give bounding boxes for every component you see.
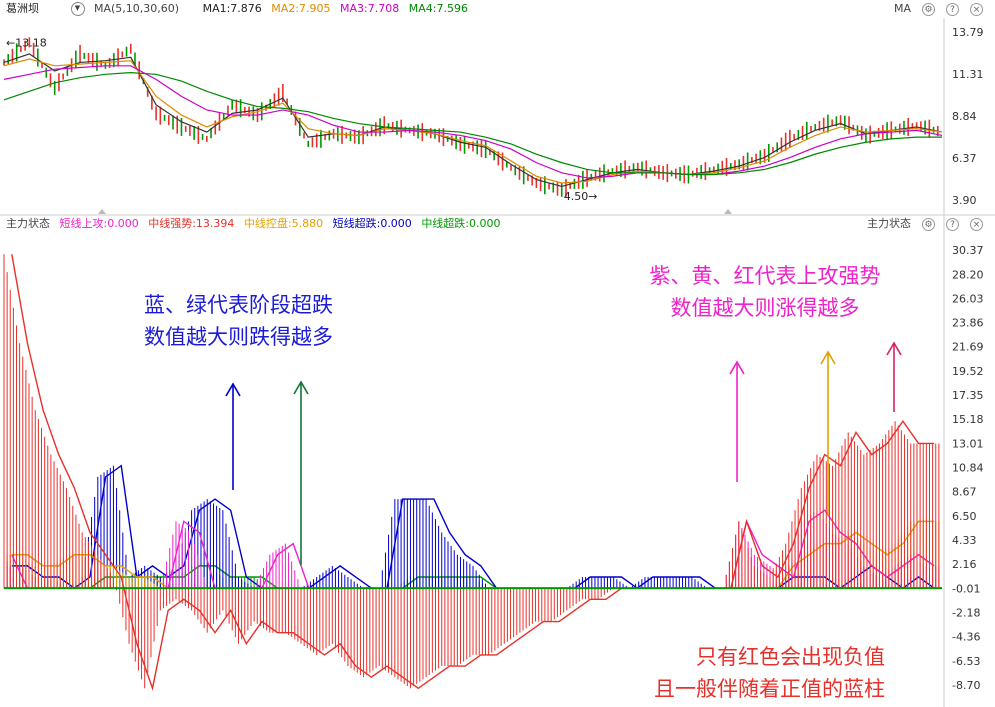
indicator-y-tick: 4.33 [952, 534, 977, 547]
indicator-y-tick: -4.36 [952, 631, 980, 644]
indicator-y-tick: -0.01 [952, 582, 980, 595]
indicator-y-tick: 30.37 [952, 244, 984, 257]
indicator-y-tick: 8.67 [952, 486, 977, 499]
price-y-tick: 8.84 [952, 110, 977, 123]
indicator-y-tick: 13.01 [952, 437, 984, 450]
indicator-y-tick: 2.16 [952, 558, 977, 571]
annotation-negative: 只有红色会出现负值 且一般伴随着正值的蓝柱 [603, 641, 885, 705]
indicator-y-tick: 15.18 [952, 413, 984, 426]
annotation-strong-line1: 紫、黄、红代表上攻强势 [649, 264, 881, 288]
price-y-tick: 6.37 [952, 152, 977, 165]
indicator-y-tick: -2.18 [952, 606, 980, 619]
indicator-y-tick: 6.50 [952, 510, 977, 523]
annotation-oversold-line2: 数值越大则跌得越多 [144, 325, 333, 349]
price-y-tick: 11.31 [952, 68, 984, 81]
marker-triangle [724, 209, 732, 214]
annotation-strong-line2: 数值越大则涨得越多 [670, 296, 860, 320]
indicator-y-tick: 21.69 [952, 341, 984, 354]
indicator-y-tick: 10.84 [952, 461, 984, 474]
chart-canvas: 13.79 11.31 8.84 6.37 3.90 ←13.18 4.50→ 30.37 28… [0, 18, 995, 707]
price-y-tick: 3.90 [952, 194, 977, 207]
indicator-y-tick: 17.35 [952, 389, 984, 402]
annotation-oversold-line1: 蓝、绿代表阶段超跌 [144, 293, 333, 317]
price-low-label: 4.50→ [564, 190, 598, 203]
ma-line-ma4 [3, 71, 942, 176]
annotation-negative-line2: 且一般伴随着正值的蓝柱 [654, 677, 885, 701]
price-high-label: ←13.18 [6, 36, 47, 49]
indicator-y-tick: -6.53 [952, 655, 980, 668]
marker-triangle [98, 209, 106, 214]
indicator-y-tick: 23.86 [952, 317, 984, 330]
indicator-y-tick: 28.20 [952, 268, 984, 281]
annotation-strong: 紫、黄、红代表上攻强势 数值越大则涨得越多 [640, 260, 890, 324]
indicator-y-tick: 19.52 [952, 365, 984, 378]
indicator-y-tick: -8.70 [952, 679, 980, 692]
annotation-oversold: 蓝、绿代表阶段超跌 数值越大则跌得越多 [144, 289, 333, 353]
indicator-y-tick: 26.03 [952, 292, 984, 305]
price-y-tick: 13.79 [952, 26, 984, 39]
annotation-negative-line1: 只有红色会出现负值 [696, 645, 885, 669]
ma-line-ma2 [3, 58, 943, 184]
